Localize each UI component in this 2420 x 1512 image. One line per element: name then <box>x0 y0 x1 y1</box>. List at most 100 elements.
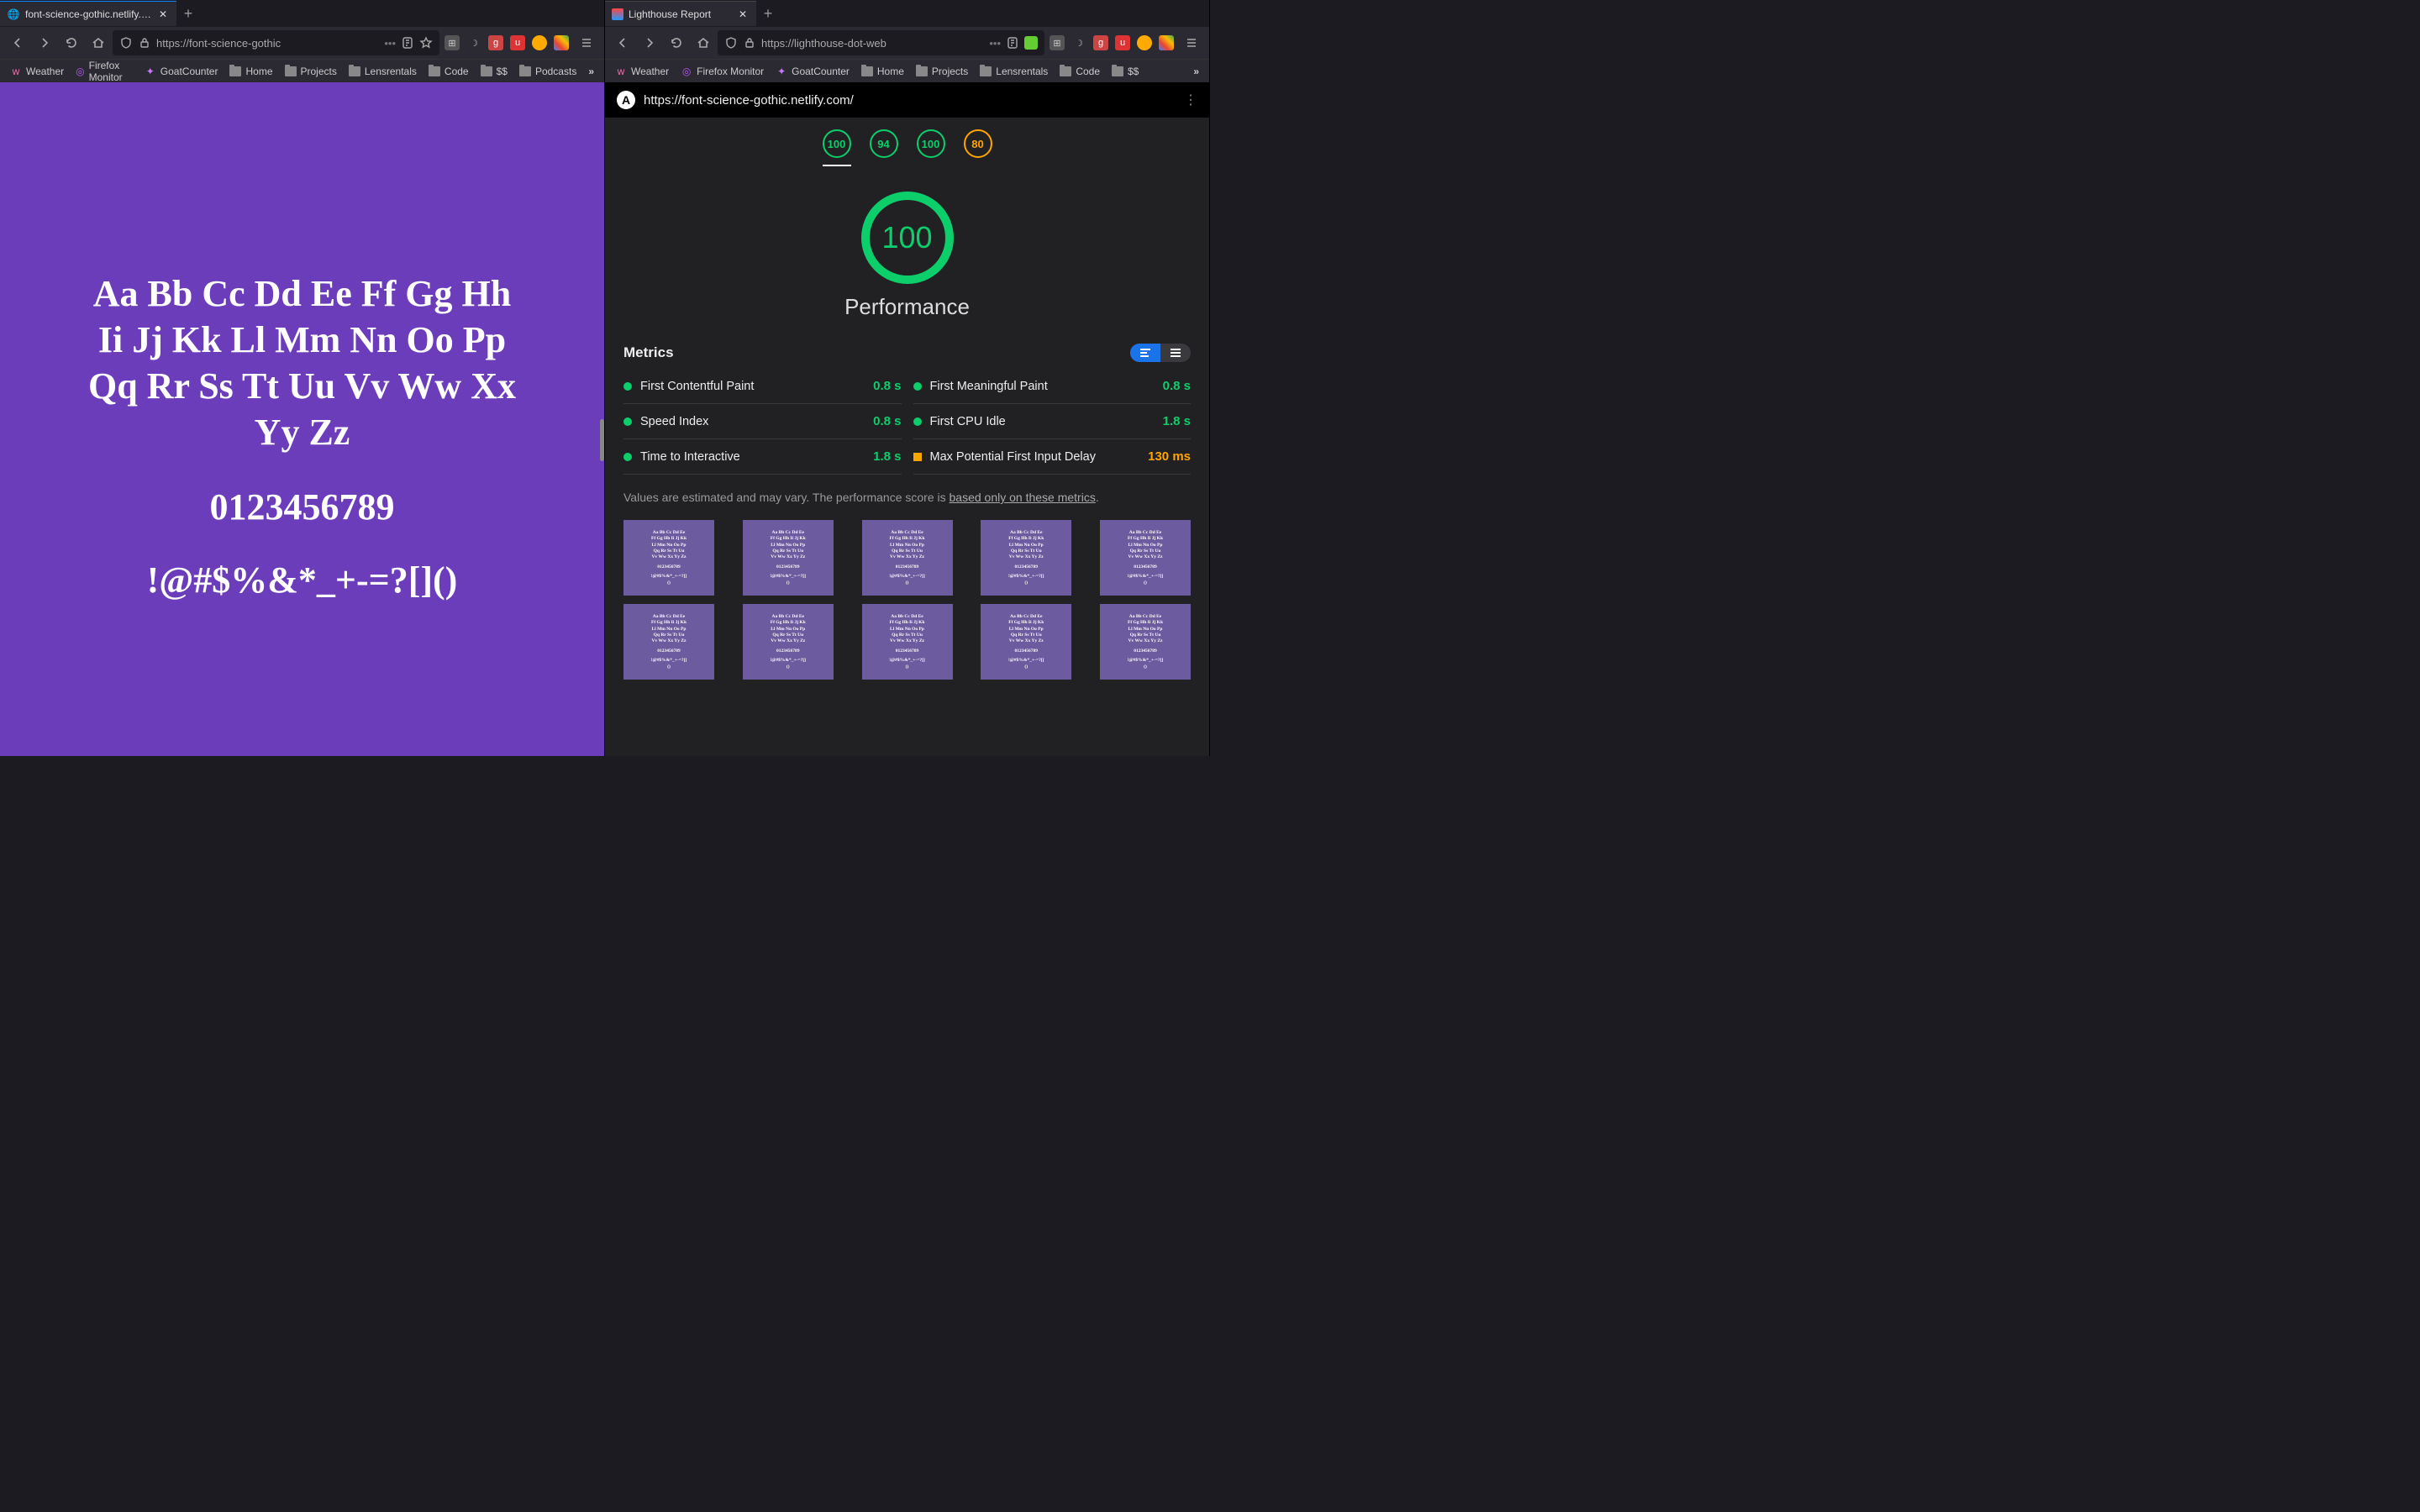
back-button[interactable] <box>610 30 635 55</box>
ext-icon[interactable]: u <box>510 35 525 50</box>
metrics-view-toggle[interactable] <box>1130 344 1191 362</box>
score-nav-item[interactable]: 94 <box>870 129 898 166</box>
ext-tab-icon[interactable] <box>1024 36 1038 50</box>
metric-row[interactable]: First CPU Idle1.8 s <box>913 404 1192 439</box>
bookmark-weather[interactable]: wWeather <box>5 64 69 79</box>
score-nav: 100 94 100 80 <box>605 118 1209 175</box>
metric-row[interactable]: Speed Index0.8 s <box>623 404 902 439</box>
metric-row[interactable]: Max Potential First Input Delay130 ms <box>913 439 1192 475</box>
score-nav-item[interactable]: 100 <box>917 129 945 166</box>
page-actions[interactable]: ••• <box>989 37 1001 50</box>
bookmark-firefox-monitor[interactable]: ◎Firefox Monitor <box>676 64 769 79</box>
ext-icon[interactable]: ⊞ <box>445 35 460 50</box>
filmstrip-frame[interactable]: Aa Bb Cc Dd EeFf Gg Hh Ii Jj KkLl Mm Nn … <box>862 604 953 680</box>
bookmark-lensrentals[interactable]: Lensrentals <box>975 64 1053 79</box>
tab-title: Lighthouse Report <box>629 8 731 20</box>
bookmark-weather[interactable]: wWeather <box>610 64 674 79</box>
filmstrip-frame[interactable]: Aa Bb Cc Dd EeFf Gg Hh Ii Jj KkLl Mm Nn … <box>1100 604 1191 680</box>
url-text: https://lighthouse-dot-web <box>761 37 886 50</box>
hamburger-menu-icon[interactable] <box>1179 30 1204 55</box>
metric-row[interactable]: First Meaningful Paint0.8 s <box>913 369 1192 404</box>
ext-icon[interactable]: ☽ <box>1071 35 1086 50</box>
ext-icon[interactable]: ☽ <box>466 35 481 50</box>
back-button[interactable] <box>5 30 30 55</box>
metrics-note-link[interactable]: based only on these metrics <box>950 491 1096 504</box>
reload-button[interactable] <box>664 30 689 55</box>
page-actions[interactable]: ••• <box>384 37 396 50</box>
folder-icon <box>1112 66 1123 77</box>
reload-button[interactable] <box>59 30 84 55</box>
bookmark-goatcounter[interactable]: ✦GoatCounter <box>771 64 855 79</box>
close-icon[interactable]: ✕ <box>156 8 170 21</box>
bookmarks-overflow[interactable]: » <box>583 66 599 77</box>
ext-icon[interactable] <box>532 35 547 50</box>
score-best-practices: 100 <box>917 129 945 158</box>
status-square-icon <box>913 453 922 461</box>
folder-icon <box>861 66 873 77</box>
bookmark-firefox-monitor[interactable]: ◎Firefox Monitor <box>71 58 138 85</box>
reader-icon[interactable] <box>1006 36 1019 50</box>
ext-icon[interactable]: u <box>1115 35 1130 50</box>
metrics-header: Metrics <box>605 328 1209 369</box>
specimen-symbols: !@#$%&*_+-=?[]() <box>147 559 458 601</box>
new-tab-button[interactable]: + <box>176 2 200 25</box>
ext-icon[interactable]: g <box>488 35 503 50</box>
tab-active[interactable]: 🌐 font-science-gothic.netlify.com/ ✕ <box>0 1 176 26</box>
bookmark-money[interactable]: $$ <box>476 64 513 79</box>
monitor-icon: ◎ <box>681 66 692 77</box>
view-toggle-compact-icon[interactable] <box>1160 344 1191 362</box>
score-nav-item[interactable]: 100 <box>823 129 851 166</box>
address-bar[interactable]: https://font-science-gothic ••• <box>113 30 439 55</box>
new-tab-button[interactable]: + <box>756 2 780 25</box>
globe-icon: 🌐 <box>7 8 20 21</box>
score-nav-item[interactable]: 80 <box>964 129 992 166</box>
scrollbar[interactable] <box>600 419 604 461</box>
ext-icon[interactable]: ⊞ <box>1050 35 1065 50</box>
kebab-menu-icon[interactable]: ⋮ <box>1184 92 1197 108</box>
metric-row[interactable]: Time to Interactive1.8 s <box>623 439 902 475</box>
bookmark-projects[interactable]: Projects <box>911 64 973 79</box>
home-button[interactable] <box>86 30 111 55</box>
filmstrip-frame[interactable]: Aa Bb Cc Dd EeFf Gg Hh Ii Jj KkLl Mm Nn … <box>623 604 714 680</box>
metrics-grid: First Contentful Paint0.8 s First Meanin… <box>605 369 1209 475</box>
bookmarks-overflow[interactable]: » <box>1188 66 1204 77</box>
view-toggle-expanded-icon[interactable] <box>1130 344 1160 362</box>
bookmark-lensrentals[interactable]: Lensrentals <box>344 64 422 79</box>
filmstrip-frame[interactable]: Aa Bb Cc Dd EeFf Gg Hh Ii Jj KkLl Mm Nn … <box>862 520 953 596</box>
goat-icon: ✦ <box>145 66 156 77</box>
ext-icon[interactable]: g <box>1093 35 1108 50</box>
bookmark-goatcounter[interactable]: ✦GoatCounter <box>139 64 224 79</box>
filmstrip-frame[interactable]: Aa Bb Cc Dd EeFf Gg Hh Ii Jj KkLl Mm Nn … <box>743 604 834 680</box>
bookmark-home[interactable]: Home <box>856 64 909 79</box>
filmstrip-frame[interactable]: Aa Bb Cc Dd EeFf Gg Hh Ii Jj KkLl Mm Nn … <box>981 604 1071 680</box>
hamburger-menu-icon[interactable] <box>574 30 599 55</box>
ext-icon[interactable] <box>1137 35 1152 50</box>
bookmark-podcasts[interactable]: Podcasts <box>514 64 581 79</box>
ext-icon[interactable] <box>554 35 569 50</box>
bookmark-code[interactable]: Code <box>1055 64 1105 79</box>
filmstrip-frame[interactable]: Aa Bb Cc Dd EeFf Gg Hh Ii Jj KkLl Mm Nn … <box>981 520 1071 596</box>
shield-icon <box>119 36 133 50</box>
home-button[interactable] <box>691 30 716 55</box>
filmstrip-frame[interactable]: Aa Bb Cc Dd EeFf Gg Hh Ii Jj KkLl Mm Nn … <box>743 520 834 596</box>
address-bar[interactable]: https://lighthouse-dot-web ••• <box>718 30 1044 55</box>
ext-icon[interactable] <box>1159 35 1174 50</box>
lighthouse-logo-icon: A <box>617 91 635 109</box>
forward-button[interactable] <box>32 30 57 55</box>
metric-row[interactable]: First Contentful Paint0.8 s <box>623 369 902 404</box>
close-icon[interactable]: ✕ <box>736 8 750 21</box>
bookmark-projects[interactable]: Projects <box>280 64 342 79</box>
extensions: ⊞ ☽ g u <box>1046 35 1177 50</box>
bookmark-code[interactable]: Code <box>424 64 474 79</box>
bookmark-home[interactable]: Home <box>224 64 277 79</box>
filmstrip-frame[interactable]: Aa Bb Cc Dd EeFf Gg Hh Ii Jj KkLl Mm Nn … <box>1100 520 1191 596</box>
reader-icon[interactable] <box>401 36 414 50</box>
bookmark-star-icon[interactable] <box>419 36 433 50</box>
tab-active[interactable]: Lighthouse Report ✕ <box>605 1 756 26</box>
lighthouse-report: A https://font-science-gothic.netlify.co… <box>605 82 1209 756</box>
score-seo: 80 <box>964 129 992 158</box>
lock-icon <box>743 36 756 50</box>
forward-button[interactable] <box>637 30 662 55</box>
filmstrip-frame[interactable]: Aa Bb Cc Dd EeFf Gg Hh Ii Jj KkLl Mm Nn … <box>623 520 714 596</box>
bookmark-money[interactable]: $$ <box>1107 64 1144 79</box>
